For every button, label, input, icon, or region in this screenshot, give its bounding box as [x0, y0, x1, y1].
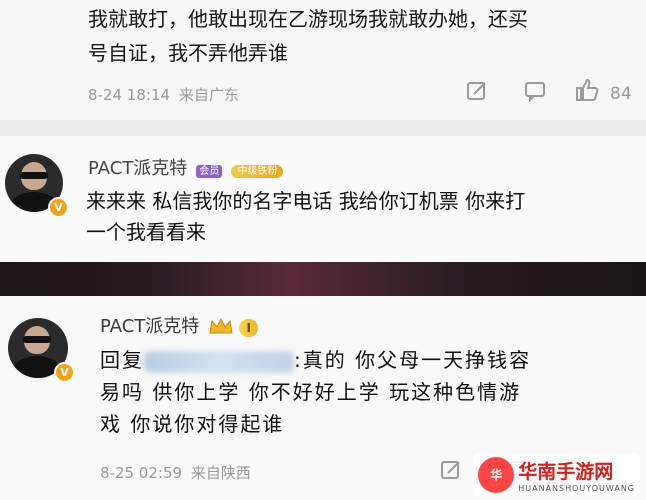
watermark-logo-icon: 华 — [478, 457, 515, 493]
blurred-username — [144, 350, 294, 373]
crown-icon — [208, 317, 234, 339]
comment-2-username[interactable]: PACT派克特 — [88, 158, 187, 179]
watermark-subtitle: HUANANSHOUYOUWANG — [518, 484, 635, 493]
comment-3-text-line-3: 戏 你说你对得起谁 — [100, 412, 285, 436]
comment-3-time: 8-25 02:59 — [100, 464, 183, 482]
watermark-title: 华南手游网 — [518, 461, 614, 483]
fan-level-badge: 中级铁粉 — [231, 165, 284, 178]
comment-1-text-line-1: 我就敢打，他敢出现在乙游现场我就敢办她，还买 — [88, 7, 528, 31]
verified-v-icon: V — [54, 362, 75, 383]
comment-1-time: 8-24 18:14 — [88, 86, 171, 104]
like-count: 84 — [610, 84, 632, 104]
video-strip — [0, 262, 646, 296]
comment-3-username[interactable]: PACT派克特 — [100, 316, 199, 337]
comment-2-header: PACT派克特 会员 中级铁粉 — [88, 154, 284, 180]
fan-level-badge: I — [239, 319, 258, 337]
comment-3-text-line-1: 回复 :真的 你父母一天挣钱容 — [100, 344, 630, 376]
share-icon[interactable] — [440, 459, 462, 486]
comment-1-location: 来自广东 — [178, 86, 239, 104]
comment-block-1: 我就敢打，他敢出现在乙游现场我就敢办她，还买 号自证，我不弄他弄谁 8-24 1… — [0, 0, 646, 120]
thumbs-up-icon[interactable] — [574, 78, 600, 107]
comment-3-text: 回复 :真的 你父母一天挣钱容 易吗 供你上学 你不好好上学 玩这种色情游 戏 你… — [100, 344, 630, 440]
watermark: 华 华南手游网 HUANANSHOUYOUWANG — [473, 454, 640, 496]
comment-3-text-line-2: 易吗 供你上学 你不好好上学 玩这种色情游 — [100, 380, 522, 404]
comment-1-text-line-2: 号自证，我不弄他弄谁 — [88, 41, 288, 65]
share-icon[interactable] — [466, 80, 488, 107]
comment-2-text-line-1: 来来来 私信我你的名字电话 我给你订机票 你来打 — [86, 189, 526, 213]
comment-2-text-line-2: 一个我看看来 — [86, 220, 206, 244]
reply-suffix: :真的 你父母一天挣钱容 — [294, 348, 532, 372]
comment-block-2: V PACT派克特 会员 中级铁粉 来来来 私信我你的名字电话 我给你订机票 你… — [0, 136, 646, 262]
comment-2-text: 来来来 私信我你的名字电话 我给你订机票 你来打 一个我看看来 — [86, 186, 636, 248]
comment-1-text: 我就敢打，他敢出现在乙游现场我就敢办她，还买 号自证，我不弄他弄谁 — [88, 2, 633, 70]
divider — [0, 120, 646, 136]
verified-v-icon: V — [48, 197, 69, 218]
comment-3-header: PACT派克特 I — [100, 312, 258, 339]
comment-3-location: 来自陕西 — [190, 464, 251, 482]
comment-icon[interactable] — [524, 80, 546, 107]
member-badge: 会员 — [196, 165, 223, 178]
comment-3-meta: 8-25 02:59 来自陕西 — [100, 462, 251, 483]
comment-1-meta: 8-24 18:14 来自广东 — [88, 84, 239, 105]
reply-prefix: 回复 — [100, 348, 144, 372]
